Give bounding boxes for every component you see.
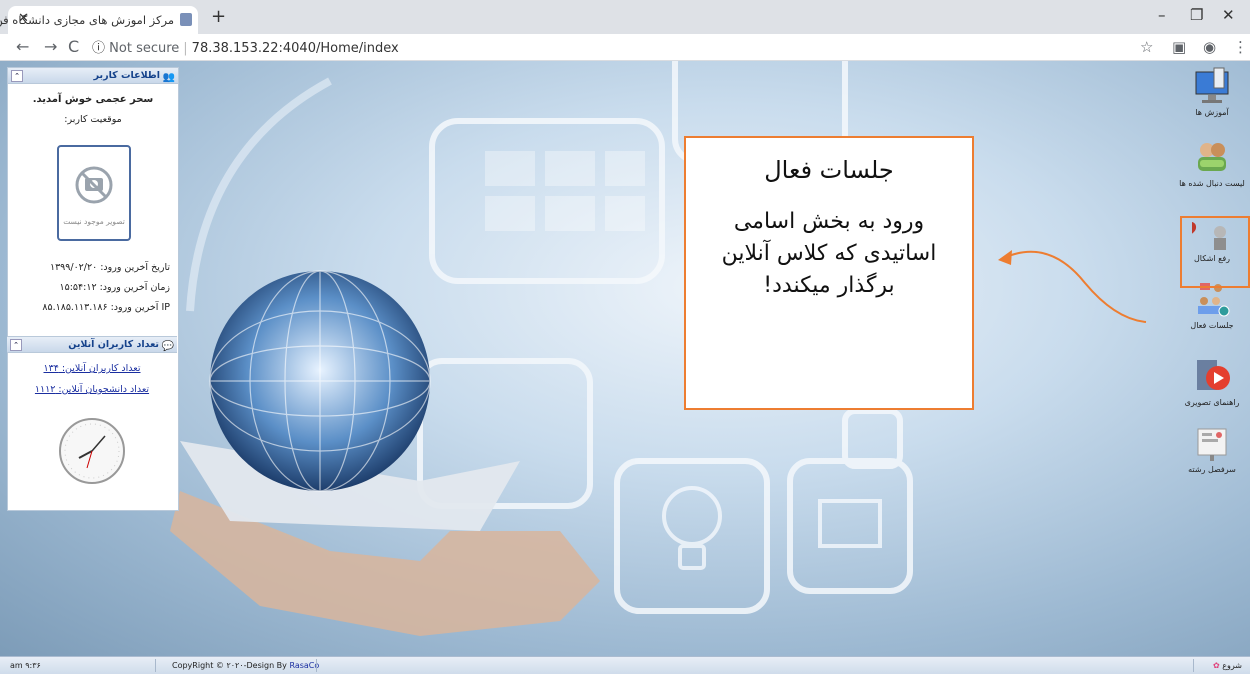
maximize-icon[interactable]: ❐ bbox=[1190, 6, 1203, 24]
active-sessions-highlight bbox=[1180, 216, 1250, 288]
copyright-text: CopyRight © ۲۰۲۰-Design By bbox=[172, 661, 287, 670]
callout-body: ورود به بخش اسامی اساتیدی که کلاس آنلاین… bbox=[721, 209, 937, 298]
online-users-section: 💬 تعداد کاربران آنلاین ⌃ تعداد کاربران آ… bbox=[7, 336, 177, 395]
online-students-link[interactable]: تعداد دانشجویان آنلاین: ۱۱۱۲ bbox=[7, 384, 177, 395]
sidebar-label-following: لیست دنبال شده ها bbox=[1179, 179, 1245, 188]
welcome-text: سحر عجمی خوش آمدید. bbox=[32, 94, 154, 105]
browser-tab-bar: مرکز اموزش های مجازی دانشگاه فن ✕ + – ❐ … bbox=[0, 0, 1250, 34]
collapse-user-panel-button[interactable]: ⌃ bbox=[11, 70, 23, 82]
last-login-date: تاریخ آخرین ورود: ۱۳۹۹/۰۲/۲۰ bbox=[49, 262, 170, 273]
active-sessions-callout: جلسات فعال ورود به بخش اسامی اساتیدی که … bbox=[684, 136, 974, 410]
start-button[interactable]: شروع ✿ bbox=[1213, 661, 1242, 670]
chat-icon: 💬 bbox=[161, 341, 174, 352]
monitor-icon bbox=[1195, 67, 1229, 103]
user-status-label: موقعیت کاربر: bbox=[64, 114, 122, 125]
background-illustration bbox=[170, 61, 1147, 636]
profile-icon[interactable]: ◉ bbox=[1203, 38, 1216, 56]
user-info-panel: 👥 اطلاعات کاربر ⌃ سحر عجمی خوش آمدید. مو… bbox=[7, 67, 179, 511]
video-guide-icon bbox=[1197, 360, 1230, 390]
footer-time: am ۹:۳۶ bbox=[10, 661, 41, 670]
start-logo-icon: ✿ bbox=[1213, 661, 1220, 670]
sidebar-label-curriculum: سرفصل رشته bbox=[1188, 465, 1236, 474]
sidebar-item-curriculum[interactable]: سرفصل رشته bbox=[1174, 423, 1250, 474]
sidebar-label-video-guide: راهنمای تصویری bbox=[1184, 398, 1240, 407]
online-users-title: تعداد کاربران آنلاین bbox=[68, 339, 159, 350]
collapse-online-panel-button[interactable]: ⌃ bbox=[10, 339, 22, 351]
menu-icon[interactable]: ⋮ bbox=[1233, 38, 1248, 56]
address-bar: ← → C ⓘ Not secure | 78.38.153.22:4040/Hom… bbox=[0, 34, 1250, 61]
right-sidebar: آموزش ها لیست دنبال شده ها ? رفع اشکال bbox=[1174, 61, 1250, 656]
last-login-ip: IP آخرین ورود: ۸۵.۱۸۵.۱۱۳.۱۸۶ bbox=[42, 302, 170, 313]
extension-icon[interactable]: ▣ bbox=[1172, 38, 1186, 56]
user-group-icon: 👥 bbox=[162, 72, 175, 83]
start-label: شروع bbox=[1222, 661, 1243, 670]
sidebar-label-active-sessions: جلسات فعال bbox=[1190, 321, 1234, 330]
user-info-header: 👥 اطلاعات کاربر ⌃ bbox=[8, 68, 178, 84]
analog-clock-icon bbox=[59, 418, 125, 484]
url-field[interactable]: ⓘ Not secure | 78.38.153.22:4040/Home/inde… bbox=[92, 37, 399, 56]
back-icon[interactable]: ← bbox=[16, 37, 29, 56]
sidebar-item-video-guide[interactable]: راهنمای تصویری bbox=[1174, 356, 1250, 407]
no-photo-text: تصویر موجود نیست bbox=[63, 217, 125, 226]
footer-bar: am ۹:۳۶ CopyRight © ۲۰۲۰-Design By RasaC… bbox=[0, 656, 1250, 674]
curriculum-icon bbox=[1197, 428, 1227, 461]
footer-copyright: CopyRight © ۲۰۲۰-Design By RasaCo bbox=[172, 661, 319, 670]
designer-link[interactable]: RasaCo bbox=[289, 661, 319, 670]
bookmark-star-icon[interactable]: ☆ bbox=[1140, 38, 1153, 56]
callout-title: جلسات فعال bbox=[764, 156, 894, 184]
minimize-icon[interactable]: – bbox=[1158, 6, 1166, 24]
favicon-icon bbox=[180, 13, 192, 26]
sidebar-label-courses: آموزش ها bbox=[1195, 108, 1229, 117]
tab-close-icon[interactable]: ✕ bbox=[18, 11, 29, 26]
security-label: Not secure bbox=[109, 41, 180, 56]
no-photo-icon bbox=[75, 166, 113, 204]
new-tab-button[interactable]: + bbox=[211, 6, 226, 27]
reload-icon[interactable]: C bbox=[68, 37, 79, 56]
window-close-icon[interactable]: ✕ bbox=[1222, 6, 1235, 24]
sidebar-item-active-sessions[interactable]: جلسات فعال bbox=[1174, 281, 1250, 330]
url-text: 78.38.153.22:4040/Home/index bbox=[191, 41, 399, 56]
info-icon: ⓘ bbox=[92, 41, 106, 56]
follow-icon bbox=[1198, 143, 1226, 171]
browser-tab[interactable]: مرکز اموزش های مجازی دانشگاه فن ✕ bbox=[0, 6, 198, 34]
user-photo: تصویر موجود نیست bbox=[57, 145, 131, 241]
page-content: 👥 اطلاعات کاربر ⌃ سحر عجمی خوش آمدید. مو… bbox=[0, 61, 1250, 656]
sidebar-item-courses[interactable]: آموزش ها bbox=[1174, 66, 1250, 117]
online-users-header: 💬 تعداد کاربران آنلاین ⌃ bbox=[7, 336, 177, 353]
user-info-title: اطلاعات کاربر bbox=[93, 70, 160, 81]
online-users-link[interactable]: تعداد کاربران آنلاین: ۱۳۴ bbox=[7, 363, 177, 374]
sidebar-item-following[interactable]: لیست دنبال شده ها bbox=[1174, 139, 1250, 188]
forward-icon[interactable]: → bbox=[44, 37, 57, 56]
last-login-time: زمان آخرین ورود: ۱۵:۵۴:۱۲ bbox=[59, 282, 170, 293]
